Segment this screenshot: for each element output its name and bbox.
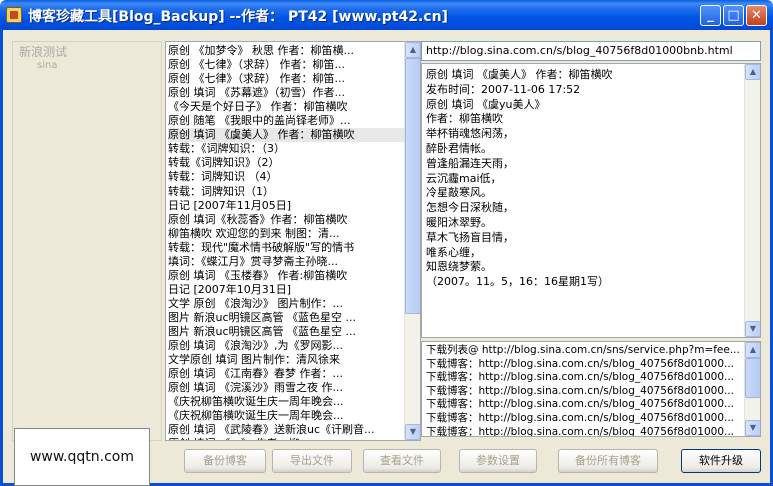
- backup-blog-button[interactable]: 备份博客: [184, 449, 266, 473]
- scroll-up-icon[interactable]: ▲: [745, 64, 760, 80]
- article-line: 作者：柳笛横吹: [426, 112, 503, 126]
- article-line: 原创 填词 《虞美人》 作者：柳笛横吹: [426, 68, 613, 81]
- scroll-up-icon[interactable]: ▲: [745, 342, 760, 358]
- article-line: 醉卧君情帐。: [426, 142, 492, 155]
- post-list-item[interactable]: 图片 新浪uc明镜区高管 《蓝色星空 ...: [168, 325, 404, 339]
- log-line: 下载博客：http://blog.sina.com.cn/s/blog_4075…: [426, 357, 735, 370]
- account-list[interactable]: 新浪测试 sina: [12, 41, 162, 441]
- scroll-thumb[interactable]: [745, 358, 760, 398]
- post-list-item[interactable]: 转载：现代"魔术情书破解版"写的情书: [168, 241, 404, 255]
- settings-button[interactable]: 参数设置: [459, 449, 537, 473]
- post-list-item[interactable]: 原创 填词 《 》 作者：柳...: [168, 437, 404, 440]
- post-list-item[interactable]: 转载：《词牌知识：（3）: [168, 142, 404, 156]
- post-list-item[interactable]: 原创 填词 《浪淘沙》,为《罗网影...: [168, 339, 404, 353]
- post-list-item[interactable]: 文学 原创 《浪淘沙》 图片制作：...: [168, 297, 404, 311]
- title-bar[interactable]: 博客珍藏工具[Blog_Backup] --作者： PT42 [www.pt42…: [0, 0, 773, 30]
- post-list-item[interactable]: 日记 [2007年10月31日]: [168, 283, 404, 297]
- post-list-item[interactable]: 转载：词牌知识（1）: [168, 185, 404, 199]
- log-line: 下载博客：http://blog.sina.com.cn/s/blog_4075…: [426, 398, 735, 411]
- article-line: 原创 填词 《虞yu美人》: [426, 97, 546, 111]
- log-line: 下载博客：http://blog.sina.com.cn/s/blog_4075…: [426, 371, 735, 384]
- log-line: 下载博客：http://blog.sina.com.cn/s/blog_4075…: [426, 384, 735, 397]
- post-list-item[interactable]: 《今天是个好日子》 作者：柳笛横吹: [168, 100, 404, 114]
- post-list-item[interactable]: 图片 新浪uc明镜区高管 《蓝色星空 ...: [168, 311, 404, 325]
- post-list-item[interactable]: 填词：《蝶江月》赏寻梦斋主孙晓...: [168, 255, 404, 269]
- post-list-item[interactable]: 文学原创 填词 图片制作：清风徐来: [168, 353, 404, 367]
- url-field[interactable]: http://blog.sina.com.cn/s/blog_40756f8d0…: [421, 41, 761, 61]
- post-list-item[interactable]: 原创 填词 《武陵春》送新浪uc《讦刷音...: [168, 423, 404, 437]
- article-line: （2007。11。5，16：16星期1写）: [426, 275, 609, 289]
- scroll-down-icon[interactable]: ▼: [405, 424, 420, 440]
- post-list-item[interactable]: 原创 填词 《浣溪沙》雨雪之夜 作...: [168, 381, 404, 395]
- post-list-item[interactable]: 原创 《加梦令》 秋思 作者：柳笛横...: [168, 44, 404, 58]
- article-line: 怎想今日深秋随，: [426, 201, 514, 215]
- scroll-down-icon[interactable]: ▼: [745, 321, 760, 337]
- watermark: www.qqtn.com: [14, 428, 150, 486]
- app-icon: [6, 7, 22, 23]
- post-list-item[interactable]: 原创 随笔 《我眼中的盖尚铎老师》...: [168, 114, 404, 128]
- post-list-item[interactable]: 原创 填词 《苏幕遮》（初雪）作者...: [168, 86, 404, 100]
- post-list-item[interactable]: 原创 《七律》（求辞） 作者：柳笛...: [168, 72, 404, 86]
- post-list-item[interactable]: 原创 填词 《虞美人》 作者：柳笛横吹: [168, 128, 404, 143]
- log-line: 下载博客：http://blog.sina.com.cn/s/blog_4075…: [426, 425, 735, 437]
- account-type: sina: [37, 60, 58, 71]
- post-list-item[interactable]: 柳笛横吹 欢迎您的到来 制图：清...: [168, 227, 404, 241]
- article-scrollbar[interactable]: ▲ ▼: [744, 64, 760, 337]
- maximize-button[interactable]: □: [723, 5, 744, 26]
- scroll-down-icon[interactable]: ▼: [745, 420, 760, 436]
- post-list-item[interactable]: 《庆祝柳笛横吹诞生庆一周年晚会...: [168, 395, 404, 409]
- post-list-item[interactable]: 《庆祝柳笛横吹诞生庆一周年晚会...: [168, 409, 404, 423]
- post-list-item[interactable]: 原创 填词 《玉楼春》 作者:柳笛横吹: [168, 269, 404, 283]
- article-line: 发布时间：2007-11-06 17:52: [426, 82, 581, 96]
- post-list-item[interactable]: 日记 [2007年11月05日]: [168, 199, 404, 213]
- backup-all-button[interactable]: 备份所有博客: [558, 449, 658, 473]
- article-line: 唯系心缠，: [426, 245, 481, 259]
- article-line: 知恩绕梦萦。: [426, 260, 492, 274]
- post-list-item[interactable]: 原创 填词 《江南春》春梦 作者：...: [168, 367, 404, 381]
- close-button[interactable]: ✕: [746, 5, 767, 26]
- article-line: 暖阳沐翠野。: [426, 216, 492, 229]
- window-title: 博客珍藏工具[Blog_Backup] --作者： PT42 [www.pt42…: [28, 9, 448, 25]
- article-line: 云沉霾mai低，: [426, 171, 502, 185]
- scroll-thumb[interactable]: [405, 58, 420, 314]
- post-list-item[interactable]: 转载：词牌知识 （4）: [168, 170, 404, 184]
- minimize-button[interactable]: _: [700, 5, 721, 26]
- article-line: 曾逢船漏连天雨，: [426, 156, 514, 170]
- view-file-button[interactable]: 查看文件: [363, 449, 441, 473]
- upgrade-button[interactable]: 软件升级: [681, 449, 761, 473]
- article-line: 冷星敲寒风。: [426, 186, 492, 200]
- post-list-item[interactable]: 原创 填词《秋蕊香》作者：柳笛横吹: [168, 213, 404, 227]
- log-scrollbar[interactable]: ▲ ▼: [744, 342, 760, 436]
- post-list-item[interactable]: 原创 《七律》（求辞） 作者：柳笛...: [168, 58, 404, 72]
- article-line: 草木飞扬盲目情，: [426, 230, 514, 244]
- log-line: 下载列表@ http://blog.sina.com.cn/sns/servic…: [426, 344, 740, 356]
- account-name: 新浪测试: [19, 45, 68, 59]
- post-list[interactable]: 原创 填词 《 》 作者：柳...原创 填词 《武陵春》送新浪uc《讦刷音...…: [165, 41, 421, 441]
- log-line: 下载博客：http://blog.sina.com.cn/s/blog_4075…: [426, 412, 735, 424]
- post-list-scrollbar[interactable]: ▲ ▼: [404, 42, 420, 440]
- post-list-item[interactable]: 转载《词牌知识》（2）: [168, 156, 404, 170]
- article-line: 举杯销魂悠闲荡，: [426, 127, 514, 141]
- article-view[interactable]: （2007。11。5，16：16星期1写） 知恩绕梦萦。 唯系心缠， 草木飞扬盲目情，…: [421, 63, 761, 338]
- export-file-button[interactable]: 导出文件: [272, 449, 352, 473]
- download-log[interactable]: 下载博客：http://blog.sina.com.cn/s/blog_4075…: [421, 341, 761, 437]
- scroll-up-icon[interactable]: ▲: [405, 42, 420, 58]
